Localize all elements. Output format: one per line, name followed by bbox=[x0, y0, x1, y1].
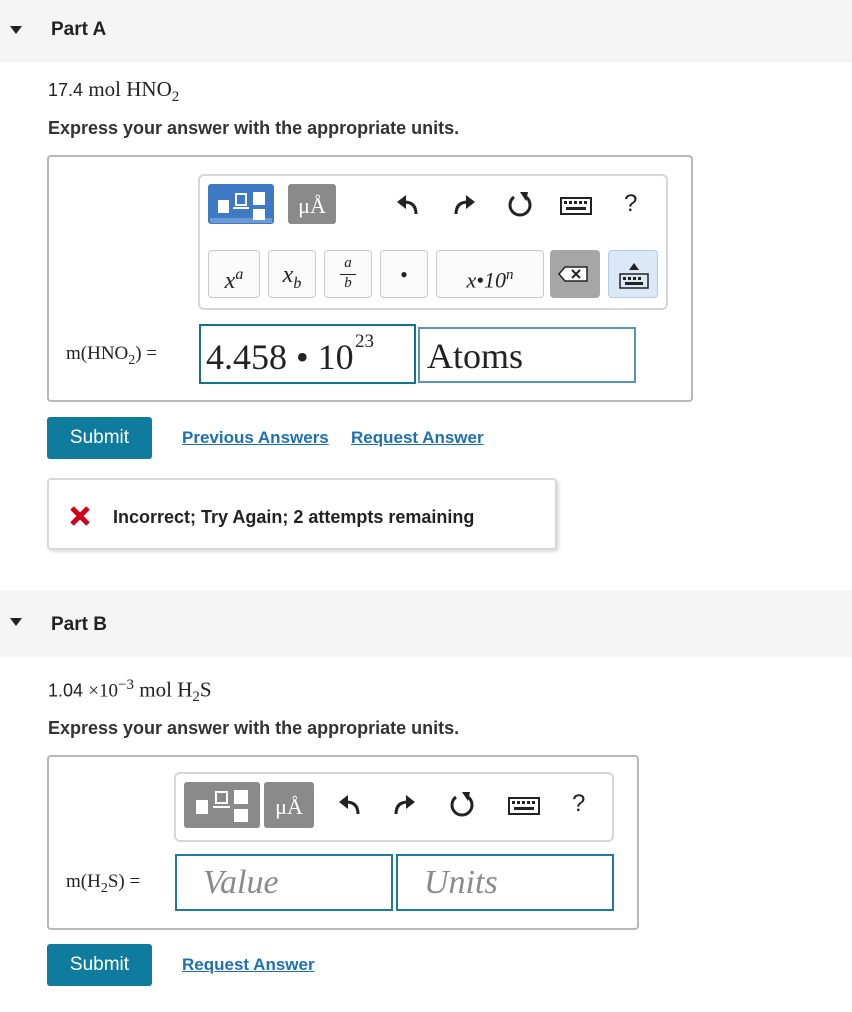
templates-button[interactable] bbox=[184, 782, 260, 828]
fraction-button[interactable]: a b bbox=[324, 250, 372, 298]
undo-button[interactable] bbox=[338, 794, 362, 818]
question-unit: mol HNO bbox=[88, 77, 172, 101]
incorrect-x-icon bbox=[70, 506, 90, 526]
part-b-question: 1.04 ×10−3 mol H2S bbox=[48, 677, 212, 706]
keyboard-button[interactable] bbox=[560, 196, 592, 216]
redo-button[interactable] bbox=[392, 794, 416, 818]
part-b-title: Part B bbox=[51, 614, 107, 635]
backspace-button[interactable] bbox=[550, 250, 600, 298]
value-input[interactable]: Value bbox=[175, 854, 393, 911]
reset-icon bbox=[450, 792, 474, 817]
sci-base: x•10 bbox=[466, 267, 506, 293]
keyboard-toggle-icon bbox=[619, 263, 649, 289]
feedback-text: Incorrect; Try Again; 2 attempts remaini… bbox=[113, 507, 475, 527]
part-b-answer-box: μÅ ? m(H2S) = Value Units bbox=[47, 755, 639, 930]
collapse-triangle-icon[interactable] bbox=[10, 618, 22, 626]
superscript-exp: a bbox=[235, 266, 244, 283]
scientific-notation-button[interactable]: x•10n bbox=[436, 250, 544, 298]
redo-icon bbox=[394, 795, 415, 815]
reset-icon bbox=[508, 192, 532, 217]
value-placeholder: Value bbox=[203, 864, 279, 901]
part-a-header[interactable]: Part A bbox=[0, 0, 852, 62]
subscript-index: b bbox=[293, 274, 302, 292]
subscript-button[interactable]: xb bbox=[268, 250, 316, 298]
part-a-question: 17.4 mol HNO2 bbox=[48, 77, 179, 106]
part-b-prompt: Express your answer with the appropriate… bbox=[48, 718, 460, 738]
math-toolbar: μÅ ? xa xb a b • x•10n bbox=[198, 174, 668, 310]
part-b-variable-label: m(H2S) = bbox=[66, 871, 140, 897]
redo-button[interactable] bbox=[452, 194, 476, 218]
collapse-triangle-icon[interactable] bbox=[10, 26, 22, 34]
question-subscript: 2 bbox=[192, 689, 200, 706]
backspace-icon bbox=[558, 266, 588, 282]
question-quantity: 1.04 bbox=[48, 680, 84, 701]
value-mantissa: 4.458 • 10 bbox=[206, 337, 354, 377]
sci-exp: n bbox=[505, 267, 514, 283]
units-button[interactable]: μÅ bbox=[288, 184, 336, 224]
undo-icon bbox=[339, 795, 360, 815]
part-a-title: Part A bbox=[51, 19, 107, 40]
variable-name: m(HNO bbox=[66, 343, 129, 364]
question-quantity: 17.4 bbox=[48, 80, 84, 100]
fraction-numerator: a bbox=[344, 255, 352, 271]
keyboard-button[interactable] bbox=[508, 796, 540, 816]
dot-button[interactable]: • bbox=[380, 250, 428, 298]
part-a-answer-box: μÅ ? xa xb a b • x•10n m(HNO2) = 4.458 •… bbox=[47, 155, 693, 402]
units-input[interactable]: Units bbox=[396, 854, 614, 911]
question-unit: mol H bbox=[139, 677, 193, 702]
keyboard-icon bbox=[508, 797, 540, 815]
feedback-box: Incorrect; Try Again; 2 attempts remaini… bbox=[47, 478, 557, 550]
request-answer-link[interactable]: Request Answer bbox=[351, 428, 484, 448]
value-exponent: 23 bbox=[355, 331, 374, 352]
units-value: Atoms bbox=[427, 336, 524, 376]
variable-equals: S) = bbox=[107, 871, 141, 892]
question-times: ×10 bbox=[88, 680, 119, 702]
undo-icon bbox=[397, 195, 418, 215]
variable-subscript: 2 bbox=[100, 880, 108, 896]
variable-equals: ) = bbox=[135, 343, 158, 364]
value-input[interactable]: 4.458 • 10 23 bbox=[199, 324, 416, 384]
superscript-button[interactable]: xa bbox=[208, 250, 260, 298]
variable-name: m(H bbox=[66, 871, 101, 892]
subscript-base: x bbox=[282, 262, 294, 288]
previous-answers-link[interactable]: Previous Answers bbox=[182, 428, 329, 448]
fraction-denominator: b bbox=[344, 275, 352, 291]
keyboard-toggle-button[interactable] bbox=[608, 250, 658, 298]
undo-button[interactable] bbox=[396, 194, 420, 218]
part-a-variable-label: m(HNO2) = bbox=[66, 343, 157, 369]
redo-icon bbox=[454, 195, 475, 215]
templates-icon bbox=[210, 192, 272, 223]
question-unit-tail: S bbox=[199, 677, 212, 702]
superscript-base: x bbox=[224, 268, 236, 294]
help-button[interactable]: ? bbox=[572, 790, 592, 820]
question-subscript: 2 bbox=[171, 88, 180, 105]
part-a-submit-button[interactable]: Submit bbox=[47, 417, 152, 459]
part-a-prompt: Express your answer with the appropriate… bbox=[48, 118, 460, 138]
request-answer-link[interactable]: Request Answer bbox=[182, 955, 315, 975]
part-b-header[interactable]: Part B bbox=[0, 590, 852, 657]
part-b-submit-button[interactable]: Submit bbox=[47, 944, 152, 986]
help-button[interactable]: ? bbox=[624, 190, 644, 220]
units-input[interactable]: Atoms bbox=[418, 327, 636, 383]
math-toolbar: μÅ ? bbox=[174, 772, 614, 842]
question-exponent: −3 bbox=[118, 677, 135, 693]
units-button[interactable]: μÅ bbox=[264, 782, 314, 828]
templates-icon bbox=[196, 790, 248, 822]
templates-button[interactable] bbox=[208, 184, 274, 224]
units-placeholder: Units bbox=[424, 864, 498, 901]
reset-button[interactable] bbox=[448, 791, 476, 819]
reset-button[interactable] bbox=[506, 191, 534, 219]
keyboard-icon bbox=[560, 197, 592, 215]
